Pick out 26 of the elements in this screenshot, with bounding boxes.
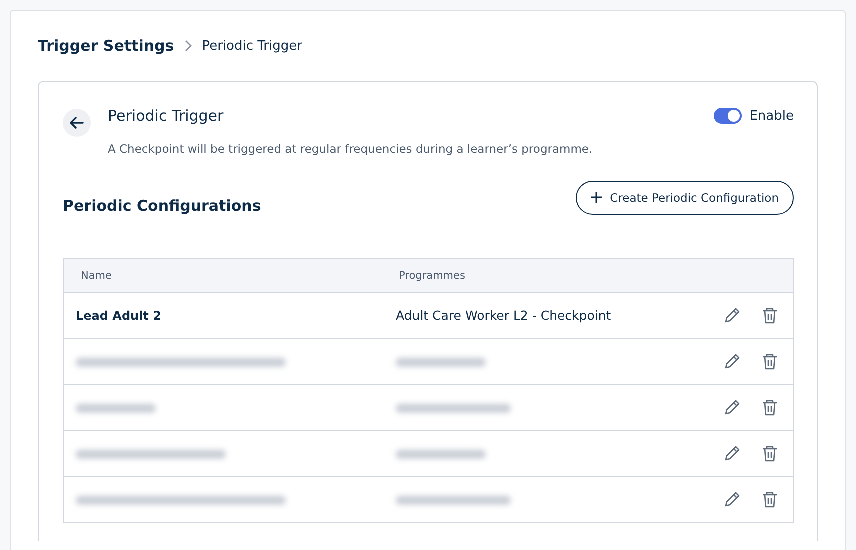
edit-icon[interactable] [723,398,741,416]
column-header: Name [80,270,113,282]
arrow-left-icon [69,115,85,131]
delete-icon[interactable] [761,490,779,508]
plus-icon [591,192,602,203]
create-button[interactable]: Create Periodic Configuration [576,180,794,214]
table-cell-text: Lead Adult 2 [75,308,162,322]
enable-label: Enable [750,108,794,124]
breadcrumb-current: Periodic Trigger [202,38,302,54]
section-heading: Periodic Configurations [63,197,262,215]
delete-icon[interactable] [761,352,779,370]
chevron-icon [184,40,192,52]
section-title: Periodic Trigger [108,106,225,126]
delete-icon[interactable] [761,444,779,462]
breadcrumb-link[interactable]: Trigger Settings [38,37,174,55]
edit-icon[interactable] [723,444,741,462]
back-button[interactable] [63,109,91,137]
edit-icon[interactable] [723,306,741,324]
description-text: A Checkpoint will be triggered at regular frequencies during a learner’s programme. [108,142,594,156]
delete-icon[interactable] [761,398,779,416]
column-header: Programmes [399,270,466,282]
edit-icon[interactable] [723,490,741,508]
delete-icon[interactable] [761,306,779,324]
table-cell-text: Adult Care Worker L2 - Checkpoint [396,308,612,323]
enable-switch[interactable] [714,108,742,124]
edit-icon[interactable] [723,352,741,370]
